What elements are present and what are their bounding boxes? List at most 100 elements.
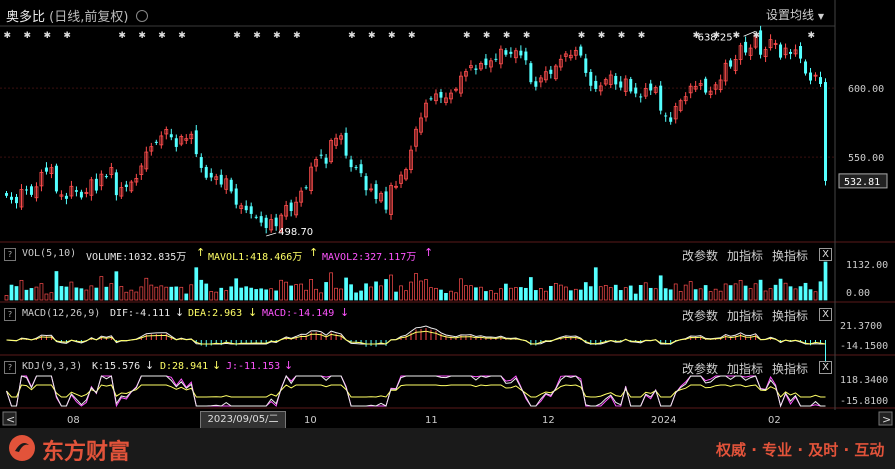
candle (19, 184, 24, 210)
volume-bar (374, 281, 378, 301)
volume-bar (149, 284, 154, 301)
volume-bar (154, 286, 159, 301)
help-icon[interactable]: ? (4, 248, 16, 261)
volume-bar (319, 292, 323, 301)
volume-bar (628, 285, 633, 301)
candle (669, 112, 673, 125)
volume-bar (224, 290, 229, 301)
candle (309, 162, 314, 195)
candle (39, 169, 44, 192)
candle (384, 186, 388, 214)
candle (603, 77, 608, 87)
volume-bar (409, 281, 413, 301)
switch-indicator-button[interactable]: 换指标 (772, 307, 808, 324)
switch-indicator-button[interactable]: 换指标 (772, 247, 808, 264)
candle-body (744, 41, 748, 53)
candle-body (289, 202, 293, 212)
add-indicator-button[interactable]: 加指标 (727, 360, 763, 377)
candle-body (229, 179, 233, 192)
candle-body (344, 132, 348, 156)
volume-bar (14, 286, 19, 301)
d-value: D:28.941 (160, 361, 209, 372)
candle (563, 50, 568, 62)
volume-bar (469, 285, 473, 301)
volume-bar (369, 286, 373, 301)
switch-indicator-button[interactable]: 换指标 (772, 360, 808, 377)
candle-body (219, 174, 223, 185)
volume-bar (753, 283, 758, 301)
candle (89, 176, 94, 201)
help-icon[interactable]: ? (4, 361, 16, 374)
macd-indicator-name: MACD(12,26,9) (22, 308, 101, 319)
candle (134, 173, 139, 186)
candle-body (44, 167, 48, 172)
volume-bar (613, 284, 618, 301)
candle (718, 74, 723, 93)
candle (479, 61, 483, 72)
event-marker-icon: ✱ (23, 31, 31, 41)
candle (129, 179, 134, 193)
candle (733, 54, 738, 75)
candle (29, 184, 33, 197)
edit-params-button[interactable]: 改参数 (682, 247, 718, 264)
volume-bar (334, 287, 338, 301)
event-marker-icon: ✱ (808, 31, 816, 41)
volume-bar (4, 295, 9, 301)
candle (164, 126, 169, 140)
volume-bar (783, 282, 788, 301)
help-icon[interactable]: ? (4, 308, 16, 321)
candle (594, 75, 598, 92)
x-tick-label: 11 (425, 415, 438, 426)
candle (809, 67, 813, 85)
candle-body (779, 44, 783, 58)
edit-params-button[interactable]: 改参数 (682, 360, 718, 377)
candle (224, 175, 229, 194)
volume-bar (823, 261, 828, 301)
candle-body (704, 78, 708, 93)
candle (84, 187, 89, 198)
y-tick-label: 0.00 (846, 288, 870, 299)
event-marker-icon: ✱ (503, 31, 511, 41)
down-arrow-icon: ↓ (175, 306, 185, 319)
candle (738, 42, 743, 65)
candle (629, 76, 633, 94)
volume-bar (204, 283, 209, 301)
candle (444, 92, 448, 106)
volume-bar (384, 279, 388, 301)
x-tick-label: 2024 (651, 415, 676, 426)
volume-bar (129, 289, 134, 301)
candle-body (174, 138, 178, 147)
k-value: K:15.576 (92, 361, 141, 372)
candle-body (24, 189, 28, 191)
candle-body (209, 172, 213, 178)
volume-bar (289, 285, 294, 301)
candle (634, 83, 638, 98)
candle (813, 72, 818, 82)
volume-bar (618, 290, 623, 301)
mavol1-value: MAVOL1:418.466万 (208, 252, 303, 263)
candle (419, 112, 423, 136)
close-icon[interactable]: X (819, 248, 832, 261)
candle (169, 128, 173, 141)
candle (339, 132, 343, 145)
add-indicator-button[interactable]: 加指标 (727, 307, 763, 324)
close-icon[interactable]: X (819, 361, 832, 374)
add-indicator-button[interactable]: 加指标 (727, 247, 763, 264)
candle (399, 171, 403, 188)
close-icon[interactable]: X (819, 308, 832, 321)
candle (359, 159, 363, 177)
event-marker-icon: ✱ (483, 31, 491, 41)
volume-bar (109, 283, 114, 301)
edit-params-button[interactable]: 改参数 (682, 307, 718, 324)
volume-bar (404, 290, 408, 301)
last-price-label: 532.81 (844, 177, 880, 188)
volume-bar (59, 286, 64, 301)
volume-bar (354, 292, 358, 301)
volume-bar (623, 287, 628, 301)
candle (249, 202, 253, 219)
candle (449, 89, 453, 104)
volume-bar (484, 291, 488, 301)
volume-bar (454, 292, 458, 301)
candle (264, 214, 268, 234)
candle-body (799, 46, 803, 59)
